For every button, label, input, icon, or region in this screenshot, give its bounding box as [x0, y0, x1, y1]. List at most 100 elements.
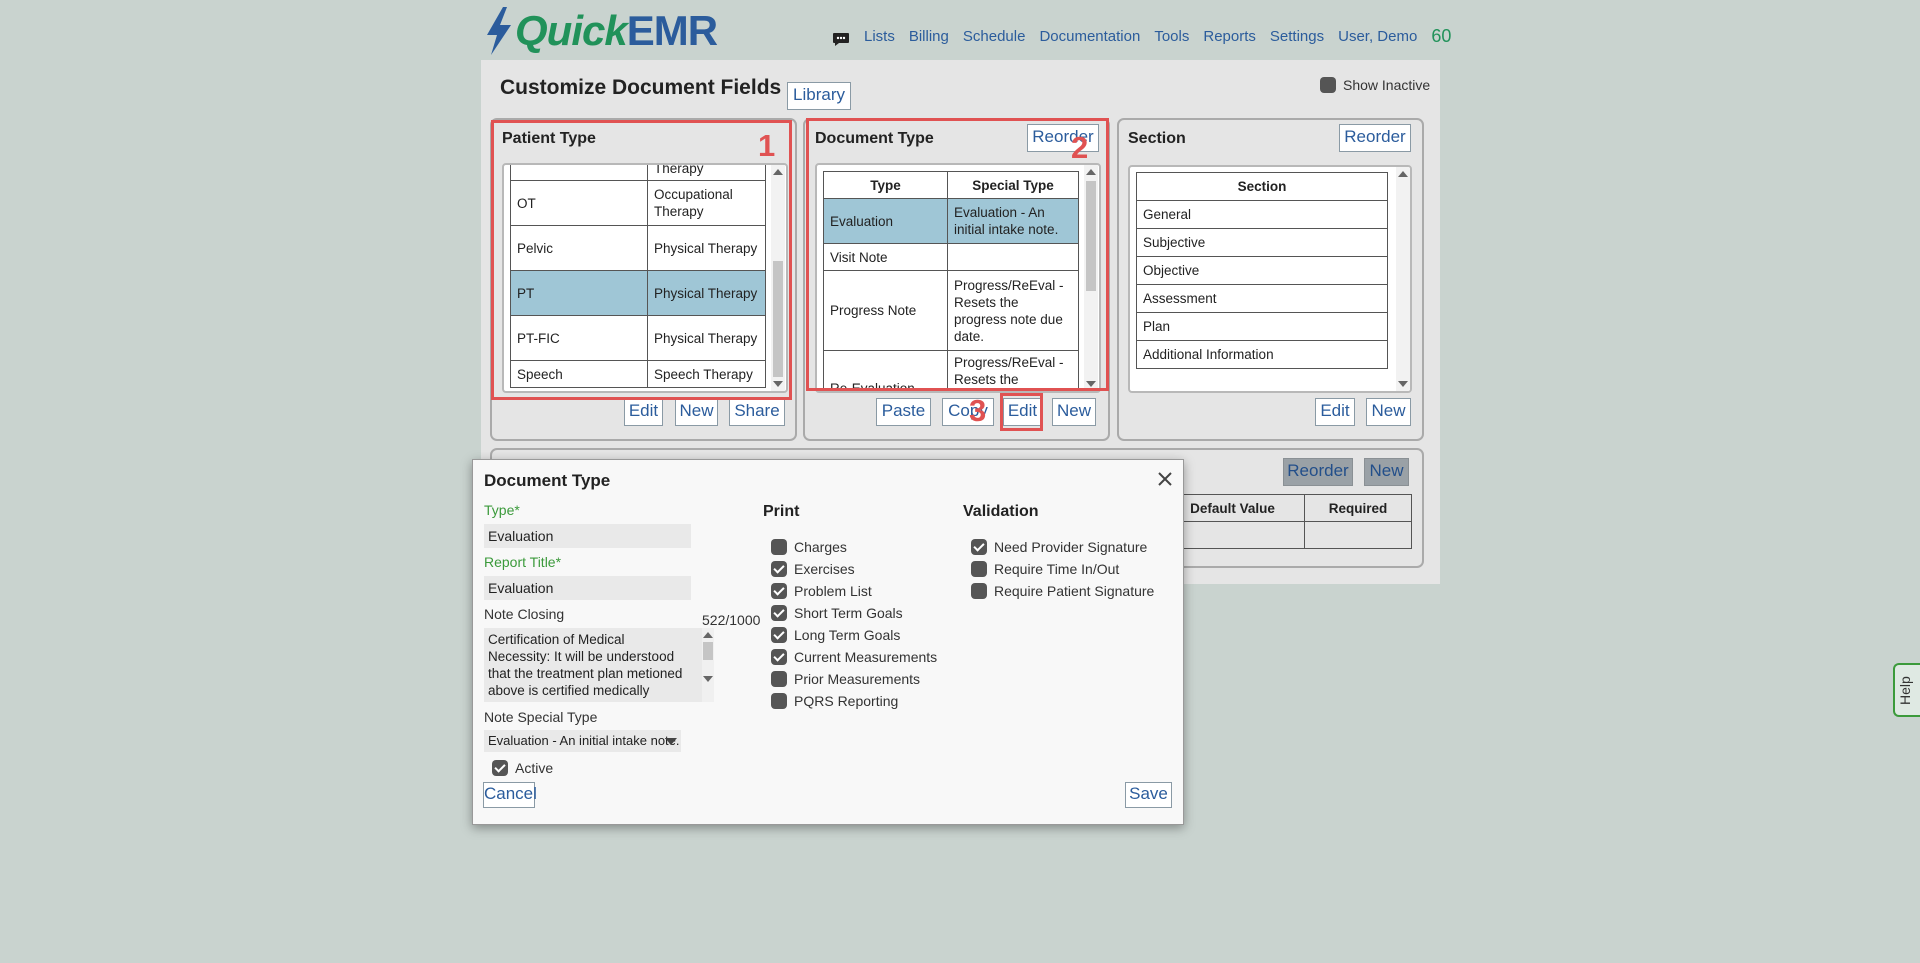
- section-scrollbar[interactable]: [1396, 167, 1410, 391]
- active-checkbox-row[interactable]: Active: [492, 760, 553, 776]
- require-time-in-out-row[interactable]: Require Time In/Out: [971, 561, 1119, 577]
- section-reorder-button[interactable]: Reorder: [1339, 124, 1411, 152]
- scroll-thumb[interactable]: [703, 642, 713, 660]
- print-prior-measurements-row[interactable]: Prior Measurements: [771, 671, 920, 687]
- nav-settings[interactable]: Settings: [1270, 28, 1324, 45]
- print-charges-label: Charges: [794, 539, 847, 555]
- logo-quick-text: Quick: [515, 7, 628, 54]
- document-type-paste-button[interactable]: Paste: [876, 398, 931, 426]
- nav-schedule[interactable]: Schedule: [963, 28, 1026, 45]
- note-closing-label: Note Closing: [484, 606, 565, 622]
- need-provider-signature-row[interactable]: Need Provider Signature: [971, 539, 1147, 555]
- fields-reorder-button[interactable]: Reorder: [1283, 458, 1353, 486]
- note-special-type-label: Note Special Type: [484, 709, 598, 725]
- logo-emr-text: EMR: [626, 7, 718, 54]
- cancel-button[interactable]: Cancel: [483, 782, 537, 808]
- print-prior-measurements-checkbox[interactable]: [771, 671, 787, 687]
- note-special-type-select[interactable]: Evaluation - An initial intake note.: [484, 730, 681, 752]
- marker-3: 3: [969, 393, 987, 428]
- note-closing-text: Certification of Medical Necessity: It w…: [488, 632, 683, 702]
- print-short-term-goals-row[interactable]: Short Term Goals: [771, 605, 903, 621]
- table-cell: Objective: [1136, 256, 1388, 285]
- print-long-term-goals-checkbox[interactable]: [771, 627, 787, 643]
- fields-table: Default Value Required: [1160, 494, 1412, 549]
- require-patient-signature-row[interactable]: Require Patient Signature: [971, 583, 1154, 599]
- nav-billing[interactable]: Billing: [909, 28, 949, 45]
- table-row[interactable]: Additional Information: [1136, 340, 1388, 369]
- marker-1: 1: [758, 128, 776, 163]
- show-inactive-checkbox[interactable]: [1320, 77, 1336, 93]
- column-header-required: Required: [1304, 494, 1412, 522]
- print-pqrs-reporting-row[interactable]: PQRS Reporting: [771, 693, 898, 709]
- table-row[interactable]: Assessment: [1136, 284, 1388, 313]
- need-provider-signature-label: Need Provider Signature: [994, 539, 1148, 555]
- report-title-label: Report Title*: [484, 554, 562, 570]
- nav-documentation[interactable]: Documentation: [1039, 28, 1140, 45]
- patient-type-share-button[interactable]: Share: [729, 398, 785, 426]
- nav-lists[interactable]: Lists: [864, 28, 895, 45]
- print-problem-list-row[interactable]: Problem List: [771, 583, 872, 599]
- marker-2: 2: [1071, 130, 1089, 165]
- print-charges-checkbox[interactable]: [771, 539, 787, 555]
- note-closing-textarea[interactable]: Certification of Medical Necessity: It w…: [484, 628, 702, 702]
- table-row[interactable]: Subjective: [1136, 228, 1388, 257]
- help-tab[interactable]: Help: [1893, 663, 1920, 717]
- print-problem-list-checkbox[interactable]: [771, 583, 787, 599]
- print-charges-row[interactable]: Charges: [771, 539, 847, 555]
- table-cell: General: [1136, 200, 1388, 229]
- close-icon[interactable]: [1155, 469, 1175, 489]
- print-exercises-checkbox[interactable]: [771, 561, 787, 577]
- table-row[interactable]: Objective: [1136, 256, 1388, 285]
- save-button[interactable]: Save: [1125, 782, 1172, 808]
- help-label: Help: [1897, 676, 1913, 705]
- print-current-measurements-checkbox[interactable]: [771, 649, 787, 665]
- fields-new-button[interactable]: New: [1364, 458, 1409, 486]
- chat-icon[interactable]: [832, 30, 850, 48]
- main-nav: Lists Billing Schedule Documentation Too…: [832, 24, 1451, 48]
- nav-tools[interactable]: Tools: [1154, 28, 1189, 45]
- active-checkbox[interactable]: [492, 760, 508, 776]
- scroll-up-icon[interactable]: [1398, 171, 1408, 177]
- patient-type-edit-button[interactable]: Edit: [624, 398, 663, 426]
- dialog-title: Document Type: [484, 471, 611, 490]
- top-bar: Quick EMR Lists Billing Schedule Document…: [0, 0, 1920, 60]
- section-list[interactable]: Section General Subjective Objective Ass…: [1128, 165, 1412, 393]
- note-closing-char-count: 522/1000: [702, 612, 761, 628]
- nav-user[interactable]: User, Demo: [1338, 28, 1417, 45]
- print-short-term-goals-checkbox[interactable]: [771, 605, 787, 621]
- scroll-down-icon[interactable]: [703, 676, 713, 682]
- report-title-input[interactable]: Evaluation: [484, 576, 691, 600]
- library-button[interactable]: Library: [787, 82, 851, 110]
- highlight-box-patient-type: [491, 120, 792, 400]
- print-current-measurements-row[interactable]: Current Measurements: [771, 649, 937, 665]
- table-row[interactable]: General: [1136, 200, 1388, 229]
- document-type-new-button[interactable]: New: [1052, 398, 1096, 426]
- require-patient-signature-checkbox[interactable]: [971, 583, 987, 599]
- need-provider-signature-checkbox[interactable]: [971, 539, 987, 555]
- print-long-term-goals-label: Long Term Goals: [794, 627, 901, 643]
- table-row[interactable]: Plan: [1136, 312, 1388, 341]
- quickemr-logo[interactable]: Quick EMR: [483, 4, 718, 58]
- highlight-box-document-type: [806, 118, 1109, 391]
- table-row[interactable]: [1160, 521, 1412, 549]
- table-cell: Assessment: [1136, 284, 1388, 313]
- print-current-measurements-label: Current Measurements: [794, 649, 938, 665]
- print-exercises-label: Exercises: [794, 561, 855, 577]
- scroll-up-icon[interactable]: [703, 632, 713, 638]
- print-exercises-row[interactable]: Exercises: [771, 561, 855, 577]
- nav-reports[interactable]: Reports: [1203, 28, 1256, 45]
- scroll-down-icon[interactable]: [1398, 381, 1408, 387]
- require-time-in-out-checkbox[interactable]: [971, 561, 987, 577]
- section-edit-button[interactable]: Edit: [1315, 398, 1355, 426]
- type-input[interactable]: Evaluation: [484, 524, 691, 548]
- print-pqrs-reporting-checkbox[interactable]: [771, 693, 787, 709]
- note-closing-scrollbar[interactable]: [702, 628, 714, 702]
- show-inactive-toggle[interactable]: Show Inactive: [1320, 77, 1430, 93]
- page-title: Customize Document Fields: [500, 76, 782, 99]
- patient-type-new-button[interactable]: New: [675, 398, 718, 426]
- print-long-term-goals-row[interactable]: Long Term Goals: [771, 627, 900, 643]
- print-pqrs-reporting-label: PQRS Reporting: [794, 693, 899, 709]
- section-new-button[interactable]: New: [1366, 398, 1411, 426]
- section-title: Section: [1128, 130, 1186, 147]
- require-patient-signature-label: Require Patient Signature: [994, 583, 1155, 599]
